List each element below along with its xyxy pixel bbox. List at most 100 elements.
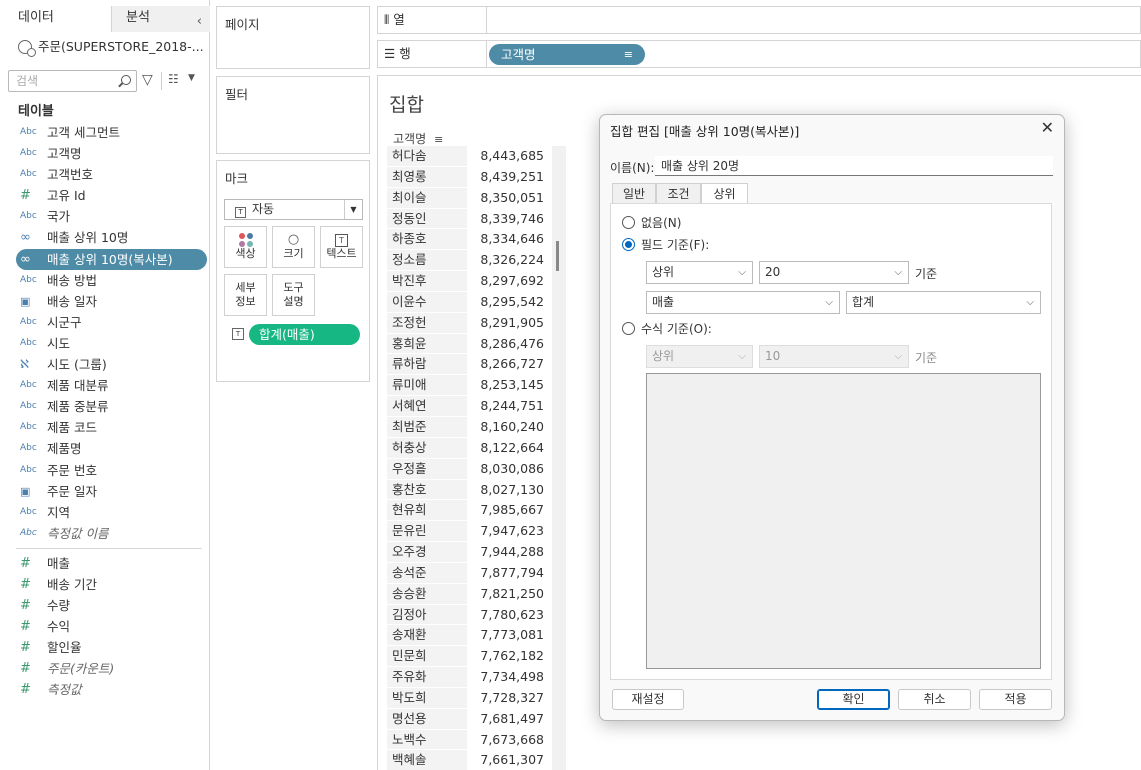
table-row[interactable]: 우정흘 8,030,086 xyxy=(387,458,567,480)
field-item[interactable]: Abc 고객번호 xyxy=(0,164,210,185)
table-row[interactable]: 서혜연 8,244,751 xyxy=(387,396,567,417)
table-row[interactable]: 오주경 7,944,288 xyxy=(387,542,567,563)
tab-top[interactable]: 상위 xyxy=(701,183,748,205)
tab-condition[interactable]: 조건 xyxy=(656,183,701,204)
table-row[interactable]: 이윤수 8,295,542 xyxy=(387,291,567,313)
table-row[interactable]: 문유린 7,947,623 xyxy=(387,521,567,543)
close-icon[interactable]: ✕ xyxy=(1041,118,1054,137)
top-select[interactable]: 상위 ⌵ xyxy=(646,261,753,284)
rows-shelf[interactable]: ☰ 행 고객명 ≡ xyxy=(377,40,1141,68)
search-input[interactable]: 검색 xyxy=(8,70,137,92)
field-item[interactable]: Abc 제품 코드 xyxy=(0,417,210,438)
aggregation-select[interactable]: 합계 ⌵ xyxy=(846,291,1041,314)
table-row[interactable]: 현유희 7,985,667 xyxy=(387,500,567,522)
field-item[interactable]: Abc 제품명 xyxy=(0,438,210,459)
field-select[interactable]: 매출 ⌵ xyxy=(646,291,840,314)
sales-value-cell: 7,734,498 xyxy=(480,669,544,685)
table-row[interactable]: 조정헌 8,291,905 xyxy=(387,312,567,334)
cancel-button[interactable]: 취소 xyxy=(898,689,971,710)
measure-item[interactable]: # 수익 xyxy=(0,616,210,637)
table-row[interactable]: 백혜솔 7,661,307 xyxy=(387,750,567,770)
columns-shelf[interactable]: ⫴ 열 xyxy=(377,6,1141,34)
chevron-left-icon[interactable]: ‹ xyxy=(197,10,202,34)
table-row[interactable]: 하종호 8,334,646 xyxy=(387,229,567,251)
table-row[interactable]: 송석준 7,877,794 xyxy=(387,562,567,584)
table-row[interactable]: 허다솜 8,443,685 xyxy=(387,146,567,167)
table-row[interactable]: 허충상 8,122,664 xyxy=(387,437,567,459)
table-row[interactable]: 류미애 8,253,145 xyxy=(387,375,567,397)
table-row[interactable]: 민문희 7,762,182 xyxy=(387,646,567,668)
field-item[interactable]: ∞ 매출 상위 10명(복사본) xyxy=(0,248,210,270)
reset-button[interactable]: 재설정 xyxy=(612,689,684,710)
string-type-icon: Abc xyxy=(20,464,37,475)
measure-item[interactable]: # 배송 기간 xyxy=(0,574,210,595)
table-row[interactable]: 노백수 7,673,668 xyxy=(387,729,567,751)
table-row[interactable]: 홍희윤 8,286,476 xyxy=(387,333,567,355)
table-row[interactable]: 송재환 7,773,081 xyxy=(387,625,567,647)
field-item[interactable]: Abc 주문 번호 xyxy=(0,460,210,481)
field-item[interactable]: Abc 측정값 이름 xyxy=(0,523,210,544)
table-row[interactable]: 최영롱 8,439,251 xyxy=(387,166,567,188)
table-row[interactable]: 박진후 8,297,692 xyxy=(387,271,567,292)
measure-item[interactable]: # 할인율 xyxy=(0,637,210,658)
tab-data[interactable]: 데이터 xyxy=(0,6,112,32)
field-item[interactable]: Abc 배송 방법 xyxy=(0,270,210,291)
field-item[interactable]: Abc 제품 대분류 xyxy=(0,375,210,396)
ok-button[interactable]: 확인 xyxy=(817,689,890,710)
count-select[interactable]: 20 ⌵ xyxy=(759,261,909,284)
table-row[interactable]: 정동인 8,339,746 xyxy=(387,208,567,230)
tab-analysis[interactable]: 분석 ‹ xyxy=(112,6,210,32)
number-type-icon: # xyxy=(20,598,31,614)
field-item[interactable]: ▣ 주문 일자 xyxy=(0,481,210,502)
field-item[interactable]: Abc 국가 xyxy=(0,206,210,227)
filters-card[interactable]: 필터 xyxy=(216,76,370,154)
field-item[interactable]: Abc 시도 xyxy=(0,333,210,354)
tooltip-button[interactable]: 도구 설명 xyxy=(272,274,315,316)
name-input[interactable]: 매출 상위 20명 xyxy=(655,156,1053,176)
chevron-down-icon[interactable]: ▼ xyxy=(188,73,195,83)
table-row[interactable]: 송승환 7,821,250 xyxy=(387,583,567,605)
measure-item[interactable]: # 측정값 xyxy=(0,679,210,700)
size-button[interactable]: ○ 크기 xyxy=(272,226,315,268)
table-row[interactable]: 최이슬 8,350,051 xyxy=(387,187,567,209)
apply-button[interactable]: 적용 xyxy=(979,689,1052,710)
field-item[interactable]: ℵ 시도 (그룹) xyxy=(0,354,210,375)
table-row[interactable]: 주유화 7,734,498 xyxy=(387,667,567,688)
datasource-item[interactable]: 주문(SUPERSTORE_2018-... xyxy=(18,38,204,57)
field-item[interactable]: Abc 고객명 xyxy=(0,143,210,164)
field-item[interactable]: Abc 시군구 xyxy=(0,312,210,333)
pages-card[interactable]: 페이지 xyxy=(216,6,370,69)
field-item[interactable]: ▣ 배송 일자 xyxy=(0,291,210,312)
field-item[interactable]: Abc 고객 세그먼트 xyxy=(0,122,210,143)
list-view-icon[interactable]: ☷ xyxy=(168,72,179,86)
table-row[interactable]: 정소름 8,326,224 xyxy=(387,250,567,272)
text-button[interactable]: T 텍스트 xyxy=(320,226,363,268)
table-row[interactable]: 명선용 7,681,497 xyxy=(387,708,567,730)
table-row[interactable]: 최범준 8,160,240 xyxy=(387,416,567,438)
table-row[interactable]: 박도희 7,728,327 xyxy=(387,687,567,709)
vertical-scrollbar[interactable] xyxy=(552,146,566,770)
sales-value-cell: 8,297,692 xyxy=(480,273,544,289)
sales-value-cell: 8,334,646 xyxy=(480,231,544,247)
sum-sales-pill[interactable]: 합계(매출) xyxy=(249,324,360,345)
measure-item[interactable]: # 수량 xyxy=(0,595,210,616)
measure-item[interactable]: # 매출 xyxy=(0,553,210,574)
sort-icon[interactable]: ≡ xyxy=(434,133,443,146)
table-row[interactable]: 류하람 8,266,727 xyxy=(387,354,567,376)
table-row[interactable]: 김정아 7,780,623 xyxy=(387,604,567,626)
scrollbar-thumb[interactable] xyxy=(556,241,559,271)
color-button[interactable]: 색상 xyxy=(224,226,267,268)
filter-icon[interactable]: ▽ xyxy=(142,72,153,88)
mark-type-select[interactable]: T 자동 ▼ xyxy=(224,199,363,220)
field-item[interactable]: # 고유 Id xyxy=(0,185,210,206)
field-item[interactable]: ∞ 매출 상위 10명 xyxy=(0,227,210,248)
table-row[interactable]: 홍찬호 8,027,130 xyxy=(387,479,567,501)
measure-item[interactable]: # 주문(카운트) xyxy=(0,658,210,679)
detail-button[interactable]: 세부 정보 xyxy=(224,274,267,316)
customer-name-pill[interactable]: 고객명 ≡ xyxy=(489,44,645,65)
divider xyxy=(486,7,487,33)
field-item[interactable]: Abc 제품 중분류 xyxy=(0,396,210,417)
field-item[interactable]: Abc 지역 xyxy=(0,502,210,523)
column-header[interactable]: 고객명 ≡ xyxy=(393,130,443,147)
tab-general[interactable]: 일반 xyxy=(612,183,656,204)
